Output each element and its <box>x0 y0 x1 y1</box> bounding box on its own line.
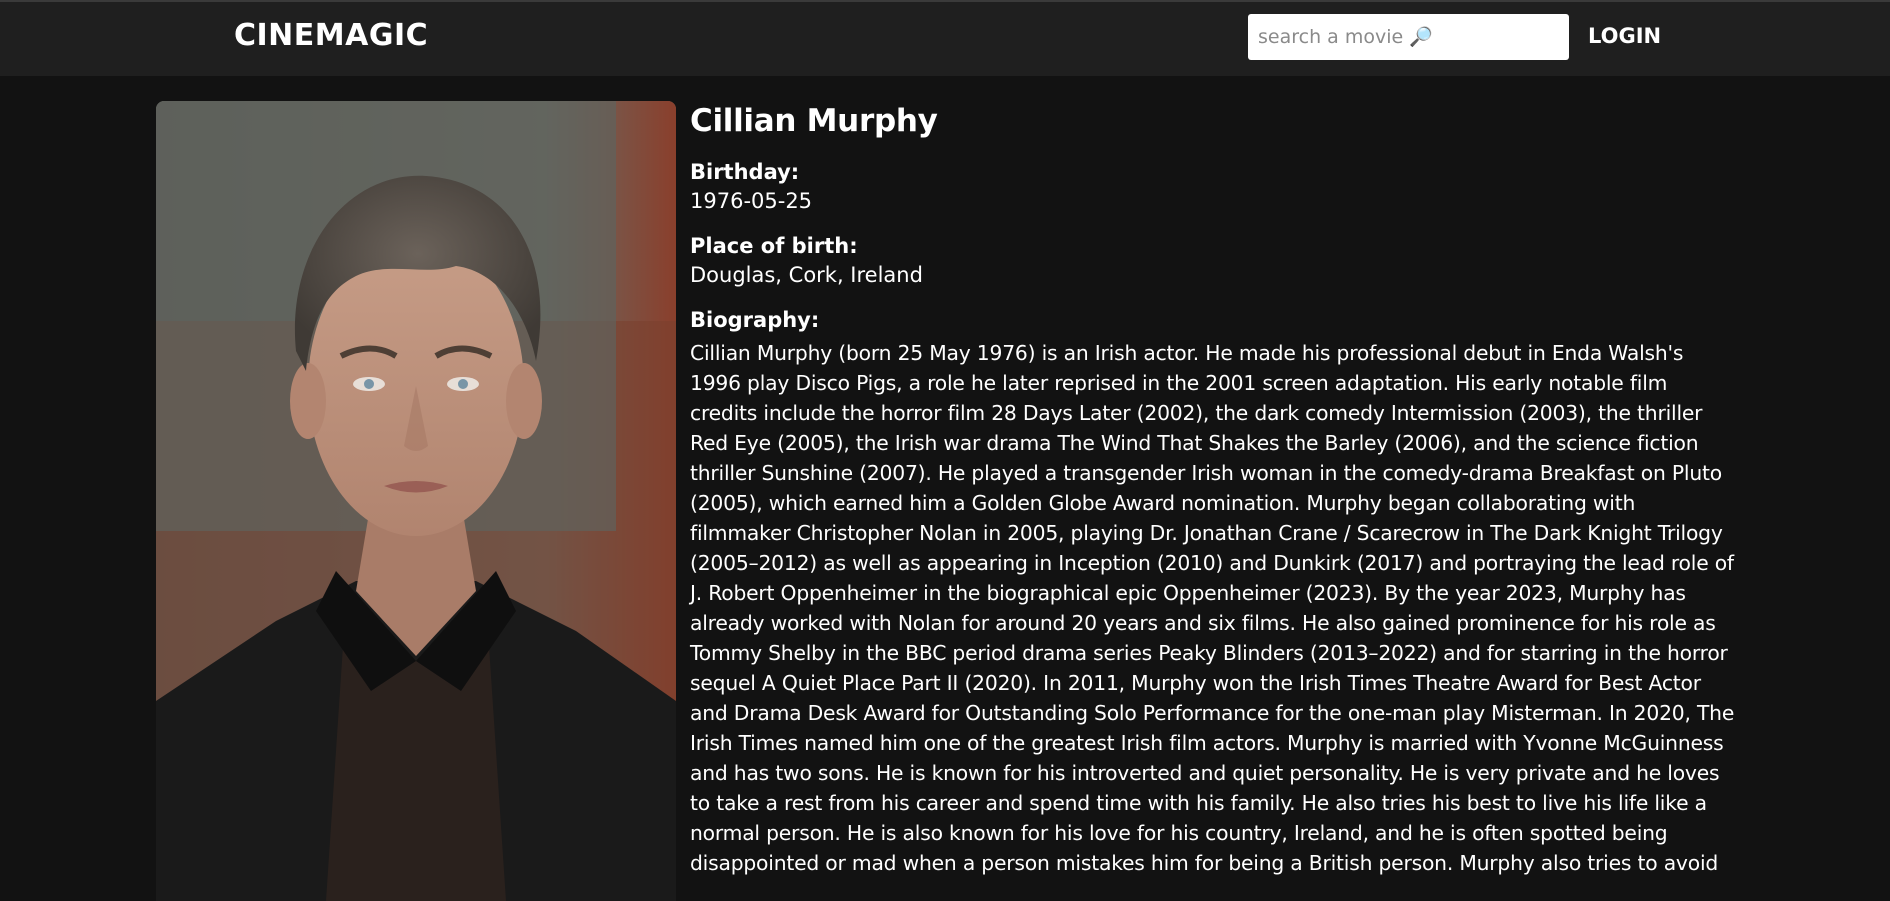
actor-photo <box>156 101 676 901</box>
top-navbar: CINEMAGIC LOGIN <box>0 0 1890 76</box>
brand-logo[interactable]: CINEMAGIC <box>234 18 428 53</box>
login-button[interactable]: LOGIN <box>1588 24 1661 48</box>
birthday-label: Birthday: <box>690 160 800 184</box>
search-box[interactable] <box>1248 14 1569 60</box>
place-of-birth-label: Place of birth: <box>690 234 858 258</box>
search-input[interactable] <box>1248 14 1569 60</box>
place-of-birth-value: Douglas, Cork, Ireland <box>690 263 923 287</box>
biography-text: Cillian Murphy (born 25 May 1976) is an … <box>690 341 1735 875</box>
biography-label: Biography: <box>690 308 820 332</box>
person-name: Cillian Murphy <box>690 103 938 139</box>
person-details: Cillian Murphy Birthday: 1976-05-25 Plac… <box>690 100 1740 878</box>
birthday-value: 1976-05-25 <box>690 189 813 213</box>
